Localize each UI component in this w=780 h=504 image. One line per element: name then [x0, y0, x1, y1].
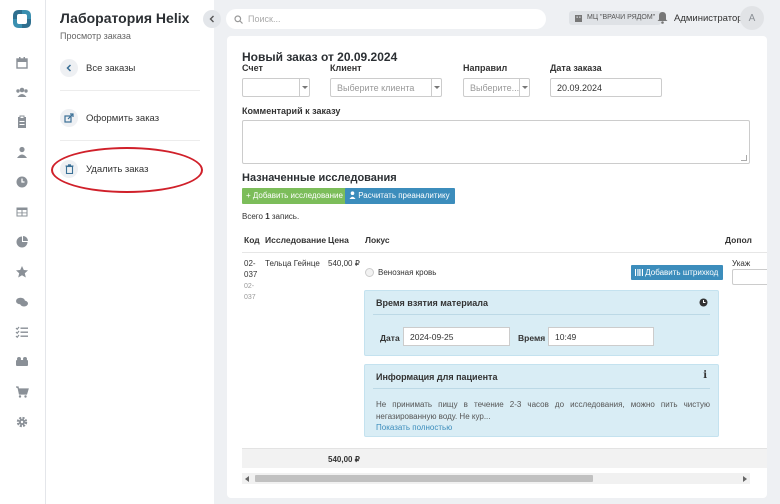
- clinic-name: МЦ "ВРАЧИ РЯДОМ": [587, 14, 656, 21]
- search-icon: [234, 14, 243, 24]
- chevron-left-icon: [60, 59, 78, 77]
- col-price[interactable]: Цена: [328, 235, 349, 245]
- account-label: Счет: [242, 63, 263, 73]
- row-code-sub: 02- 037: [244, 283, 256, 301]
- patient-info-text: Не принимать пищу в течение 2-3 часов до…: [376, 400, 710, 421]
- external-link-icon: [60, 109, 78, 127]
- divider: [60, 140, 200, 141]
- account-select[interactable]: [242, 78, 310, 97]
- col-code[interactable]: Код: [244, 235, 260, 245]
- referrer-placeholder: Выберите...: [470, 83, 520, 93]
- gear-icon[interactable]: [15, 415, 29, 429]
- show-more-link[interactable]: Показать полностью: [376, 423, 452, 432]
- client-label: Клиент: [330, 63, 362, 73]
- sampling-panel: Время взятия материала Дата 2024-09-25 В…: [364, 290, 719, 356]
- row-study-name: Тельца Гейнце: [265, 259, 320, 268]
- user-name[interactable]: Администратор: [674, 13, 743, 24]
- col-locus[interactable]: Локус: [365, 235, 390, 245]
- order-date-input[interactable]: 20.09.2024: [550, 78, 662, 97]
- barcode-icon: [635, 269, 643, 276]
- total-price: 540,00 ₽: [328, 455, 360, 464]
- back-label: Все заказы: [86, 62, 136, 74]
- order-sidebar: Лаборатория Helix Просмотр заказа Все за…: [46, 0, 214, 504]
- locus-label: Венозная кровь: [378, 268, 437, 277]
- checklist-icon[interactable]: [15, 325, 29, 339]
- calc-preanalytics-button[interactable]: Расчитать преаналитику: [345, 188, 455, 204]
- order-title: Новый заказ от 20.09.2024: [242, 50, 398, 64]
- star-icon[interactable]: [15, 265, 29, 279]
- records-count: Всего 1 запись.: [242, 212, 300, 221]
- cart-icon[interactable]: [15, 385, 29, 399]
- sampling-date-input[interactable]: 2024-09-25: [403, 327, 510, 346]
- annotation-circle: [51, 147, 203, 193]
- chevron-down-icon: [431, 79, 441, 96]
- scroll-left-icon[interactable]: [245, 476, 249, 482]
- row-code: 02- 037: [244, 259, 258, 279]
- comment-textarea[interactable]: [242, 120, 750, 164]
- building-icon: [575, 15, 582, 22]
- extra-input[interactable]: [732, 269, 767, 285]
- sampling-time-label: Время: [518, 333, 546, 343]
- divider: [60, 90, 200, 91]
- chat-icon[interactable]: [15, 295, 29, 309]
- user-icon: [349, 191, 356, 199]
- place-order-button[interactable]: Оформить заказ: [60, 107, 159, 129]
- sampling-time-input[interactable]: 10:49: [548, 327, 654, 346]
- scroll-right-icon[interactable]: [743, 476, 747, 482]
- locus-radio[interactable]: [365, 268, 374, 277]
- row-extra: Укаж: [732, 259, 751, 268]
- search-box: [226, 9, 546, 29]
- horizontal-scrollbar[interactable]: [242, 473, 750, 484]
- add-study-button[interactable]: + Добавить исследование: [242, 188, 348, 204]
- comment-label: Комментарий к заказу: [242, 106, 341, 116]
- studies-title: Назначенные исследования: [242, 172, 397, 184]
- divider: [373, 314, 710, 315]
- clock-icon: [699, 298, 708, 307]
- referrer-select[interactable]: Выберите...: [463, 78, 530, 97]
- user-icon[interactable]: [15, 145, 29, 159]
- order-date-label: Дата заказа: [550, 63, 602, 73]
- app-title: Лаборатория Helix: [60, 10, 190, 26]
- calendar-icon[interactable]: [15, 56, 29, 70]
- add-barcode-label: Добавить штрихкод: [645, 268, 719, 277]
- pie-chart-icon[interactable]: [15, 235, 29, 249]
- clipboard-icon[interactable]: [15, 115, 29, 129]
- back-to-orders-link[interactable]: Все заказы: [60, 57, 135, 79]
- users-icon[interactable]: [15, 85, 29, 99]
- client-placeholder: Выберите клиента: [337, 83, 415, 93]
- order-card: Новый заказ от 20.09.2024 Счет Клиент Вы…: [227, 36, 767, 498]
- group-icon[interactable]: [15, 355, 29, 369]
- scroll-thumb[interactable]: [255, 475, 593, 482]
- clock-icon[interactable]: [15, 175, 29, 189]
- calc-preanalytics-label: Расчитать преаналитику: [358, 191, 450, 200]
- sampling-title: Время взятия материала: [376, 298, 488, 308]
- col-extra[interactable]: Допол: [725, 235, 752, 245]
- bell-icon[interactable]: [657, 11, 668, 24]
- avatar[interactable]: A: [740, 6, 764, 30]
- search-input[interactable]: [248, 14, 528, 24]
- referrer-label: Направил: [463, 63, 508, 73]
- chevron-down-icon: [519, 79, 529, 96]
- page-subtitle: Просмотр заказа: [60, 31, 131, 41]
- top-bar: МЦ "ВРАЧИ РЯДОМ" Администратор A: [214, 0, 780, 36]
- place-order-label: Оформить заказ: [86, 112, 160, 124]
- patient-info-panel: Информация для пациента i Не принимать п…: [364, 364, 719, 437]
- add-barcode-button[interactable]: Добавить штрихкод: [631, 265, 724, 280]
- icon-rail: [0, 0, 46, 504]
- divider: [242, 252, 767, 253]
- chevron-down-icon: [299, 79, 309, 96]
- table-icon[interactable]: [15, 205, 29, 219]
- col-study[interactable]: Исследование: [265, 235, 326, 245]
- logo-icon[interactable]: [9, 6, 35, 32]
- sampling-date-label: Дата: [380, 333, 400, 343]
- info-icon: i: [703, 370, 707, 381]
- total-row: 540,00 ₽: [242, 448, 767, 468]
- divider: [373, 388, 710, 389]
- client-select[interactable]: Выберите клиента: [330, 78, 442, 97]
- clinic-badge[interactable]: МЦ "ВРАЧИ РЯДОМ": [569, 11, 662, 25]
- row-price: 540,00 ₽: [328, 259, 360, 268]
- patient-info-title: Информация для пациента: [376, 372, 498, 382]
